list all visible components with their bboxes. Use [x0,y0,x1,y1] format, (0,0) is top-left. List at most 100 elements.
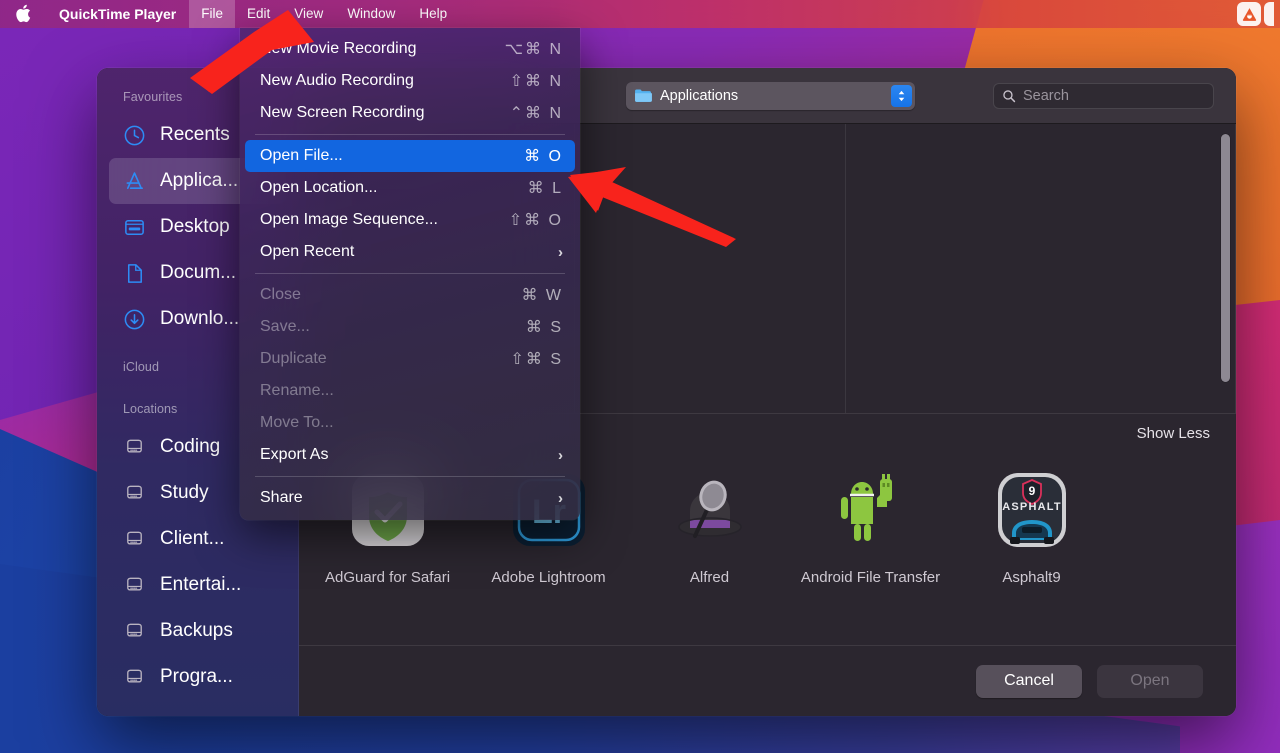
svg-text:9: 9 [1028,484,1035,498]
app-item-label: Adobe Lightroom [491,569,606,586]
sidebar-item-label: Coding [160,436,221,457]
chevron-right-icon: › [558,446,563,464]
menu-item-open-recent[interactable]: Open Recent › [245,236,575,268]
cancel-button[interactable]: Cancel [976,664,1082,698]
browser-scrollbar[interactable] [1221,134,1230,382]
clock-icon [121,122,147,148]
sidebar-item-label: Backups [160,620,233,641]
menu-item-open-file[interactable]: Open File... ⌘ O [245,140,575,172]
menu-item-save: Save... ⌘ S [245,311,575,343]
app-item-label: Android File Transfer [800,569,941,586]
sidebar-item-label: Docum... [160,262,237,283]
menu-separator [255,476,565,477]
alfred-app-icon [667,467,753,553]
menubar-item-help[interactable]: Help [407,0,459,28]
app-item-label: Asphalt9 [1002,569,1061,586]
menu-item-label: Duplicate [260,350,327,367]
menu-item-label: Open Recent [260,243,355,260]
menu-item-close: Close ⌘ W [245,279,575,311]
search-input[interactable] [1023,87,1205,104]
menu-item-label: Save... [260,318,310,335]
asphalt9-app-icon: 9 ASPHALT [989,467,1075,553]
path-popup-button[interactable]: Applications [626,81,915,110]
menu-item-share[interactable]: Share › [245,482,575,514]
menu-item-new-movie-recording[interactable]: New Movie Recording ⌥⌘ N [245,33,575,65]
menu-separator [255,134,565,135]
menu-item-export-as[interactable]: Export As › [245,439,575,471]
sidebar-item-label: Study [160,482,209,503]
chevron-updown-icon[interactable] [891,84,912,107]
svg-text:ASPHALT: ASPHALT [1002,501,1062,513]
adguard-icon[interactable] [1237,2,1261,26]
menu-item-shortcut: ⌘ S [525,319,563,336]
app-item-alfred[interactable]: Alfred [629,461,790,588]
app-item-android-file-transfer[interactable]: Android File Transfer [790,461,951,588]
app-item-asphalt9[interactable]: 9 ASPHALT Asphalt9 [951,461,1112,588]
sidebar-item-label: Desktop [160,216,230,237]
apple-logo-icon[interactable] [0,4,46,25]
menu-item-label: Move To... [260,414,334,431]
open-button[interactable]: Open [1097,664,1203,698]
partial-status-icon[interactable] [1264,2,1274,26]
app-item-label: Alfred [689,569,730,586]
menu-item-label: Close [260,286,301,303]
menu-item-label: Open File... [260,147,343,164]
drive-icon [121,618,147,644]
menu-separator [255,273,565,274]
menu-item-shortcut: ⌘ W [521,287,563,304]
folder-icon [634,88,653,103]
app-item-label: AdGuard for Safari [324,569,451,586]
path-popup-label: Applications [660,87,739,104]
sidebar-item-label: Progra... [160,666,233,687]
android-app-icon [828,467,914,553]
menu-item-open-location[interactable]: Open Location... ⌘ L [245,172,575,204]
menubar-status-area [1234,0,1280,28]
browser-column-2[interactable] [575,124,846,413]
menu-item-shortcut: ⌥⌘ N [504,41,563,58]
show-less-button[interactable]: Show Less [1137,425,1210,442]
document-icon [121,260,147,286]
menu-item-shortcut: ⌘ L [527,180,563,197]
menu-item-shortcut: ⌘ O [524,148,563,165]
menu-item-open-image-sequence[interactable]: Open Image Sequence... ⇧⌘ O [245,204,575,236]
browser-column-3[interactable] [846,124,1236,413]
sidebar-item-label: Entertai... [160,574,242,595]
menu-item-label: New Movie Recording [260,40,417,57]
menubar-app-title[interactable]: QuickTime Player [46,0,189,28]
menubar-item-file[interactable]: File [189,0,236,28]
menubar-item-view[interactable]: View [282,0,335,28]
menu-item-shortcut: ⇧⌘ O [508,212,563,229]
menu-item-label: Open Location... [260,179,378,196]
sidebar-item-entertainment[interactable]: Entertai... [109,562,286,608]
menu-item-label: Rename... [260,382,334,399]
sidebar-item-label: Client... [160,528,225,549]
drive-icon [121,434,147,460]
search-field[interactable] [993,82,1214,109]
menubar-item-window[interactable]: Window [335,0,407,28]
menu-item-label: Open Image Sequence... [260,211,438,228]
sidebar-item-programs[interactable]: Progra... [109,654,286,700]
menu-item-rename: Rename... [245,375,575,407]
search-icon [1002,89,1016,103]
sidebar-item-backups[interactable]: Backups [109,608,286,654]
menu-item-label: New Audio Recording [260,72,414,89]
chevron-right-icon: › [558,243,563,261]
menu-item-label: Share [260,489,303,506]
menu-item-shortcut: ⌃⌘ N [509,105,563,122]
menu-item-shortcut: ⇧⌘ S [510,351,563,368]
menu-item-new-screen-recording[interactable]: New Screen Recording ⌃⌘ N [245,97,575,129]
file-menu-dropdown[interactable]: New Movie Recording ⌥⌘ N New Audio Recor… [240,28,580,520]
menu-item-duplicate: Duplicate ⇧⌘ S [245,343,575,375]
menu-item-move-to: Move To... [245,407,575,439]
desktop-icon [121,214,147,240]
dialog-footer: Cancel Open [299,646,1236,716]
menubar-item-edit[interactable]: Edit [235,0,282,28]
sidebar-item-label: Downlo... [160,308,240,329]
sidebar-item-clients[interactable]: Client... [109,516,286,562]
downloads-icon [121,306,147,332]
drive-icon [121,526,147,552]
menu-item-new-audio-recording[interactable]: New Audio Recording ⇧⌘ N [245,65,575,97]
menu-bar: QuickTime Player File Edit View Window H… [0,0,1280,28]
menu-item-label: New Screen Recording [260,104,425,121]
sidebar-item-label: Recents [160,124,230,145]
